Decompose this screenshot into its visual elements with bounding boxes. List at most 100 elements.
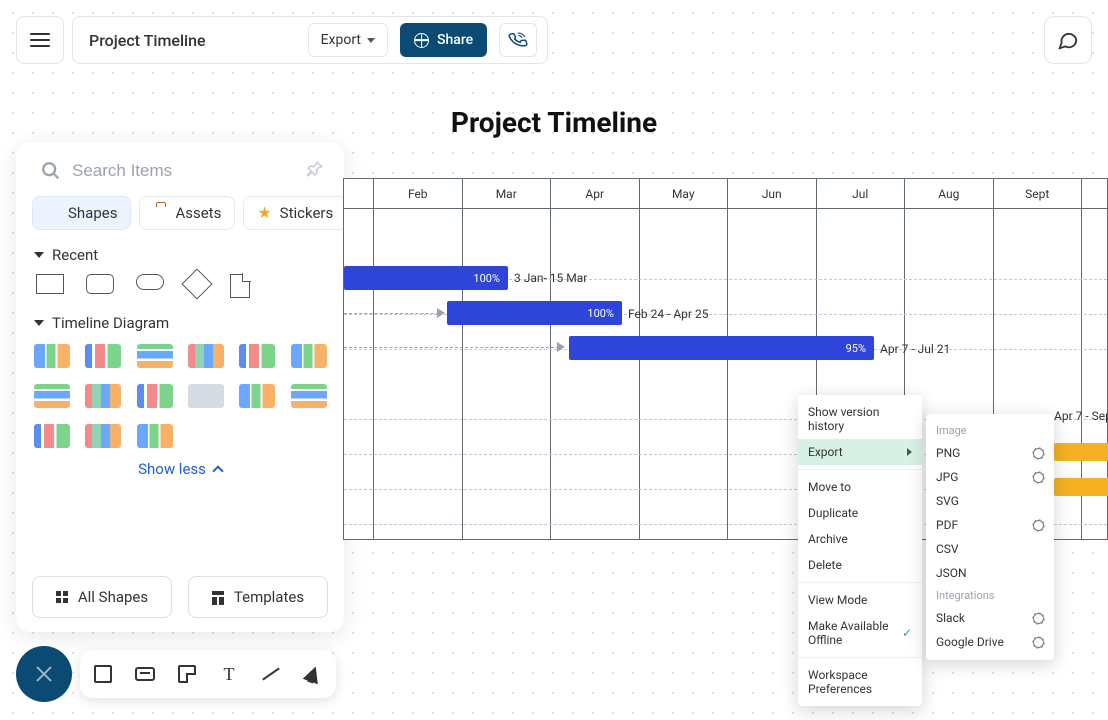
month-col: Apr	[551, 179, 640, 208]
doc-title[interactable]: Project Timeline	[89, 31, 206, 50]
timeline-thumb[interactable]	[137, 424, 173, 448]
ctx-view-mode[interactable]: View Mode	[798, 587, 922, 613]
month-col: Sept	[994, 179, 1083, 208]
gear-icon[interactable]	[1033, 472, 1044, 483]
gantt-bar[interactable]	[1054, 478, 1108, 496]
timeline-label: Timeline Diagram	[52, 314, 169, 332]
timeline-thumb[interactable]	[291, 384, 327, 408]
bar-pct: 100%	[473, 272, 500, 285]
star-icon: ★	[257, 205, 271, 221]
timeline-thumb[interactable]	[239, 384, 275, 408]
bottom-toolbar: T	[80, 650, 336, 698]
tool-rectangle[interactable]	[92, 663, 114, 685]
export-label: Export	[321, 32, 361, 48]
collapse-icon	[34, 320, 44, 326]
ctx-move-to[interactable]: Move to	[798, 474, 922, 500]
export-jpg[interactable]: JPG	[926, 465, 1054, 489]
month-col: May	[640, 179, 729, 208]
timeline-thumb[interactable]	[34, 344, 70, 368]
top-bar: Project Timeline Export Share	[16, 16, 548, 64]
tab-assets-label: Assets	[175, 204, 221, 222]
gantt-bar[interactable]: 100%	[447, 301, 622, 325]
share-label: Share	[437, 32, 473, 48]
month-col	[1082, 179, 1107, 208]
timeline-header[interactable]: Timeline Diagram	[34, 314, 328, 332]
shape-page[interactable]	[230, 274, 250, 298]
gear-icon[interactable]	[1033, 520, 1044, 531]
bar-label: Apr 7 - Jul 21	[880, 342, 950, 356]
tool-highlighter[interactable]	[302, 663, 324, 685]
export-json[interactable]: JSON	[926, 561, 1054, 585]
all-shapes-button[interactable]: All Shapes	[32, 576, 172, 618]
timeline-thumb[interactable]	[291, 344, 327, 368]
gear-icon[interactable]	[1033, 448, 1044, 459]
ctx-archive[interactable]: Archive	[798, 526, 922, 552]
gantt-bar[interactable]: 100%	[344, 266, 508, 290]
shape-rounded[interactable]	[86, 274, 114, 294]
timeline-thumb[interactable]	[34, 384, 70, 408]
ctx-workspace-prefs[interactable]: Workspace Preferences	[798, 662, 922, 702]
month-col: Jun	[728, 179, 817, 208]
timeline-thumb[interactable]	[85, 344, 121, 368]
tab-assets[interactable]: Assets	[139, 196, 235, 230]
gantt-header: Feb Mar Apr May Jun Jul Aug Sept	[344, 179, 1107, 209]
timeline-thumb[interactable]	[137, 384, 173, 408]
export-png[interactable]: PNG	[926, 441, 1054, 465]
timeline-thumb[interactable]	[188, 344, 224, 368]
ctx-delete[interactable]: Delete	[798, 552, 922, 578]
call-button[interactable]	[499, 23, 537, 57]
all-shapes-label: All Shapes	[78, 588, 148, 606]
export-csv[interactable]: CSV	[926, 537, 1054, 561]
month-col: Mar	[463, 179, 552, 208]
shape-rect[interactable]	[36, 274, 64, 294]
shape-pill[interactable]	[136, 274, 164, 290]
tool-card[interactable]	[134, 663, 156, 685]
export-slack[interactable]: Slack	[926, 606, 1054, 630]
menu-button[interactable]	[16, 16, 64, 64]
pin-icon[interactable]	[306, 160, 324, 182]
bar-pct: 95%	[846, 342, 866, 355]
timeline-thumb[interactable]	[85, 424, 121, 448]
tab-stickers[interactable]: ★ Stickers	[243, 196, 344, 230]
export-svg[interactable]: SVG	[926, 489, 1054, 513]
ctx-offline[interactable]: Make Available Offline ✓	[798, 613, 922, 653]
recent-header[interactable]: Recent	[34, 246, 328, 264]
canvas-title[interactable]: Project Timeline	[0, 106, 1108, 139]
templates-button[interactable]: Templates	[188, 576, 328, 618]
timeline-thumb[interactable]	[34, 424, 70, 448]
templates-label: Templates	[234, 588, 304, 606]
gantt-bar[interactable]: 95%	[569, 336, 874, 360]
panel-footer: All Shapes Templates	[32, 558, 328, 618]
gear-icon[interactable]	[1033, 637, 1044, 648]
submenu-arrow-icon	[907, 448, 912, 456]
tab-shapes[interactable]: Shapes	[32, 196, 131, 230]
timeline-thumb[interactable]	[85, 384, 121, 408]
tool-text[interactable]: T	[218, 663, 240, 685]
bar-label: 3 Jan- 15 Mar	[514, 271, 587, 285]
timeline-thumb[interactable]	[239, 344, 275, 368]
close-fab[interactable]	[16, 646, 72, 702]
hamburger-icon	[30, 33, 50, 47]
panel-search-row	[32, 154, 328, 196]
recent-label: Recent	[52, 246, 98, 264]
tool-line[interactable]	[260, 663, 282, 685]
comment-button[interactable]	[1044, 16, 1092, 64]
export-gdrive[interactable]: Google Drive	[926, 630, 1054, 654]
timeline-thumb[interactable]	[188, 384, 224, 408]
month-col: Feb	[374, 179, 463, 208]
ctx-duplicate[interactable]: Duplicate	[798, 500, 922, 526]
share-button[interactable]: Share	[400, 23, 487, 57]
gantt-bar[interactable]	[1054, 443, 1108, 461]
ctx-version-history[interactable]: Show version history	[798, 399, 922, 439]
export-button[interactable]: Export	[308, 23, 388, 57]
gear-icon[interactable]	[1033, 613, 1044, 624]
ctx-export[interactable]: Export	[798, 439, 922, 465]
recent-shapes	[32, 272, 328, 308]
shape-diamond[interactable]	[181, 268, 212, 299]
timeline-thumb[interactable]	[137, 344, 173, 368]
show-less-button[interactable]: Show less	[32, 460, 328, 478]
search-input[interactable]	[72, 161, 296, 181]
export-pdf[interactable]: PDF	[926, 513, 1054, 537]
search-icon	[40, 160, 62, 182]
tool-sticky-note[interactable]	[176, 663, 198, 685]
